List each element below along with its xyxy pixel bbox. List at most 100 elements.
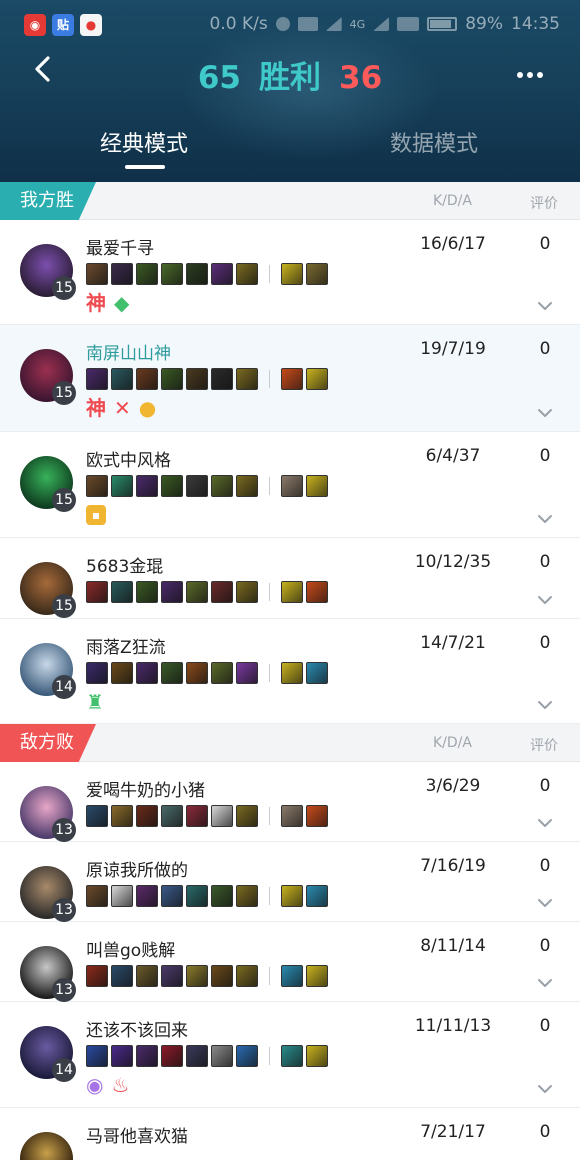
summoner-spell-icon[interactable]	[281, 263, 303, 285]
summoner-spell-icon[interactable]	[281, 581, 303, 603]
tab-classic-mode[interactable]: 经典模式	[100, 126, 188, 158]
player-name[interactable]: 原谅我所做的	[86, 856, 188, 881]
item-icon[interactable]	[161, 965, 183, 987]
item-icon[interactable]	[161, 368, 183, 390]
summoner-spell-icon[interactable]	[281, 965, 303, 987]
summoner-spell-icon[interactable]	[281, 368, 303, 390]
expand-chevron-icon[interactable]	[536, 404, 554, 422]
tab-data-mode[interactable]: 数据模式	[390, 126, 478, 158]
item-icon[interactable]	[161, 475, 183, 497]
player-name[interactable]: 还该不该回来	[86, 1016, 188, 1041]
expand-chevron-icon[interactable]	[536, 894, 554, 912]
player-name[interactable]: 最爱千寻	[86, 234, 154, 259]
player-row[interactable]: 15 南屏山山神 19/7/19 0 神 ✕ ●	[0, 325, 580, 432]
item-icon[interactable]	[136, 475, 158, 497]
expand-chevron-icon[interactable]	[536, 510, 554, 528]
item-icon[interactable]	[86, 368, 108, 390]
item-icon[interactable]	[86, 1045, 108, 1067]
summoner-spell-icon[interactable]	[281, 885, 303, 907]
expand-chevron-icon[interactable]	[536, 297, 554, 315]
item-icon[interactable]	[136, 885, 158, 907]
player-row[interactable]: 14 雨落Z狂流 14/7/21 0 ♜	[0, 619, 580, 724]
item-icon[interactable]	[236, 475, 258, 497]
expand-chevron-icon[interactable]	[536, 696, 554, 714]
item-icon[interactable]	[136, 1045, 158, 1067]
item-icon[interactable]	[136, 263, 158, 285]
item-icon[interactable]	[186, 581, 208, 603]
player-name[interactable]: 爱喝牛奶的小猪	[86, 776, 205, 801]
player-name[interactable]: 马哥他喜欢猫	[86, 1122, 188, 1147]
item-icon[interactable]	[111, 662, 133, 684]
item-icon[interactable]	[236, 1045, 258, 1067]
item-icon[interactable]	[111, 475, 133, 497]
player-row[interactable]: 15 最爱千寻 16/6/17 0 神 ◆	[0, 220, 580, 325]
item-icon[interactable]	[136, 662, 158, 684]
summoner-spell-icon[interactable]	[306, 368, 328, 390]
item-icon[interactable]	[86, 965, 108, 987]
item-icon[interactable]	[111, 805, 133, 827]
summoner-spell-icon[interactable]	[306, 263, 328, 285]
summoner-spell-icon[interactable]	[306, 1045, 328, 1067]
item-icon[interactable]	[86, 805, 108, 827]
item-icon[interactable]	[186, 368, 208, 390]
item-icon[interactable]	[186, 1045, 208, 1067]
item-icon[interactable]	[236, 662, 258, 684]
item-icon[interactable]	[86, 263, 108, 285]
item-icon[interactable]	[236, 581, 258, 603]
item-icon[interactable]	[211, 1045, 233, 1067]
player-name[interactable]: 南屏山山神	[86, 339, 171, 364]
item-icon[interactable]	[186, 885, 208, 907]
player-name[interactable]: 5683金琨	[86, 552, 163, 577]
item-icon[interactable]	[136, 805, 158, 827]
summoner-spell-icon[interactable]	[306, 475, 328, 497]
player-name[interactable]: 欧式中风格	[86, 446, 171, 471]
item-icon[interactable]	[111, 1045, 133, 1067]
item-icon[interactable]	[161, 581, 183, 603]
player-name[interactable]: 叫兽go贱解	[86, 936, 175, 961]
summoner-spell-icon[interactable]	[281, 662, 303, 684]
item-icon[interactable]	[111, 965, 133, 987]
item-icon[interactable]	[211, 885, 233, 907]
item-icon[interactable]	[111, 368, 133, 390]
item-icon[interactable]	[211, 368, 233, 390]
player-name[interactable]: 雨落Z狂流	[86, 633, 166, 658]
item-icon[interactable]	[211, 965, 233, 987]
item-icon[interactable]	[211, 263, 233, 285]
champion-avatar[interactable]	[20, 1132, 73, 1160]
item-icon[interactable]	[111, 885, 133, 907]
summoner-spell-icon[interactable]	[306, 805, 328, 827]
summoner-spell-icon[interactable]	[281, 475, 303, 497]
summoner-spell-icon[interactable]	[306, 965, 328, 987]
item-icon[interactable]	[86, 662, 108, 684]
item-icon[interactable]	[86, 475, 108, 497]
item-icon[interactable]	[136, 368, 158, 390]
player-row[interactable]: 13 爱喝牛奶的小猪 3/6/29 0	[0, 762, 580, 842]
summoner-spell-icon[interactable]	[306, 662, 328, 684]
item-icon[interactable]	[111, 581, 133, 603]
item-icon[interactable]	[211, 581, 233, 603]
item-icon[interactable]	[211, 805, 233, 827]
item-icon[interactable]	[236, 368, 258, 390]
item-icon[interactable]	[111, 263, 133, 285]
player-row[interactable]: 15 5683金琨 10/12/35 0	[0, 538, 580, 619]
item-icon[interactable]	[186, 475, 208, 497]
item-icon[interactable]	[186, 965, 208, 987]
item-icon[interactable]	[186, 805, 208, 827]
more-icon[interactable]	[516, 60, 544, 80]
summoner-spell-icon[interactable]	[306, 581, 328, 603]
item-icon[interactable]	[236, 885, 258, 907]
item-icon[interactable]	[136, 965, 158, 987]
player-row[interactable]: 13 叫兽go贱解 8/11/14 0	[0, 922, 580, 1002]
item-icon[interactable]	[211, 475, 233, 497]
item-icon[interactable]	[211, 662, 233, 684]
item-icon[interactable]	[161, 662, 183, 684]
player-row[interactable]: 马哥他喜欢猫 7/21/17 0	[0, 1108, 580, 1160]
item-icon[interactable]	[186, 662, 208, 684]
expand-chevron-icon[interactable]	[536, 591, 554, 609]
player-row[interactable]: 13 原谅我所做的 7/16/19 0	[0, 842, 580, 922]
expand-chevron-icon[interactable]	[536, 974, 554, 992]
item-icon[interactable]	[86, 581, 108, 603]
item-icon[interactable]	[161, 263, 183, 285]
summoner-spell-icon[interactable]	[281, 805, 303, 827]
item-icon[interactable]	[161, 805, 183, 827]
